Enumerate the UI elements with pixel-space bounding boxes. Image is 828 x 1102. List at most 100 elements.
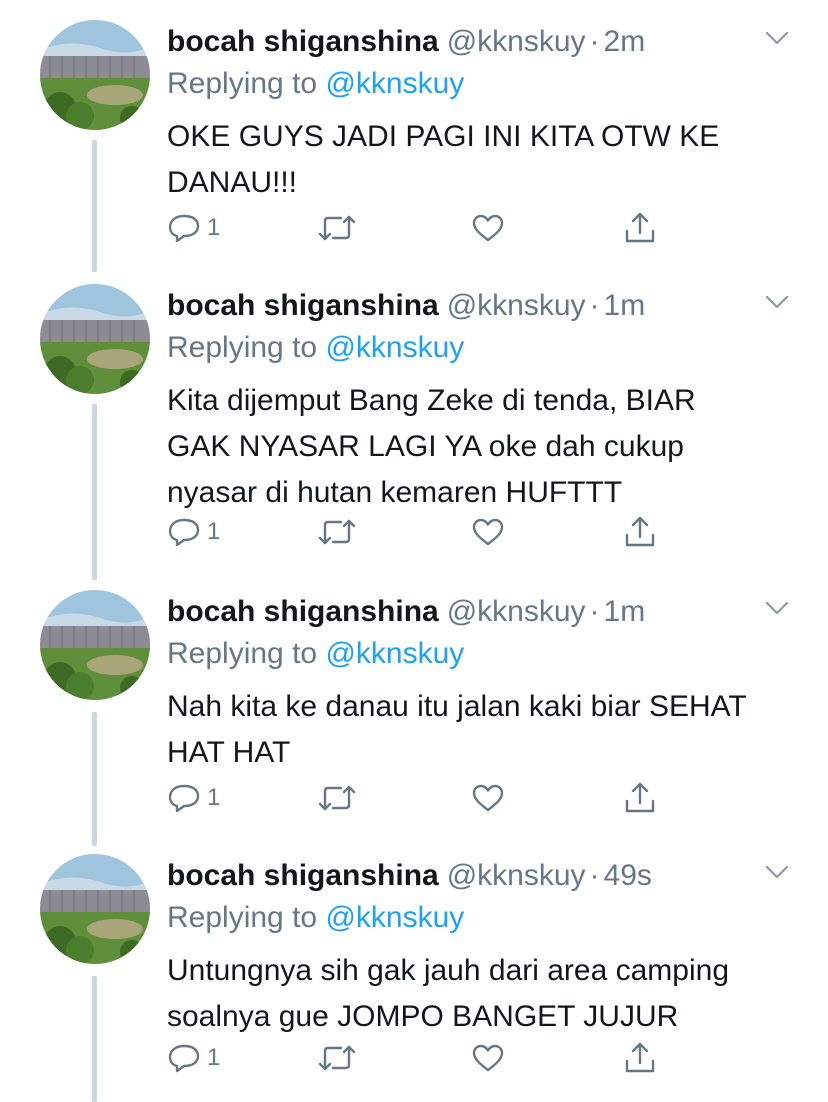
replying-to-mention[interactable]: @kknskuy (325, 67, 464, 100)
share-button[interactable] (623, 776, 657, 820)
like-button[interactable] (471, 776, 505, 820)
reply-button[interactable]: 1 (167, 1036, 220, 1080)
avatar-landscape-image (40, 284, 150, 394)
tweet-actions: 1 (167, 1036, 667, 1080)
replying-to: Replying to @kknskuy (167, 328, 787, 368)
replying-to-mention[interactable]: @kknskuy (325, 331, 464, 364)
tweet-content: bocah shiganshina @kknskuy · 49s Replying t… (167, 854, 787, 1040)
reply-count: 1 (207, 214, 221, 241)
chevron-down-icon[interactable] (765, 294, 789, 310)
heart-icon (472, 1044, 504, 1072)
timestamp[interactable]: 1m (604, 595, 646, 628)
tweet-content: bocah shiganshina @kknskuy · 1m Replying to… (167, 284, 787, 516)
avatar[interactable] (40, 284, 150, 394)
share-icon (625, 1042, 655, 1073)
share-button[interactable] (623, 206, 657, 250)
tweet-text-line: Kita dijemput Bang Zeke di tenda, BIAR (167, 384, 696, 417)
user-handle[interactable]: @kknskuy (447, 859, 586, 892)
reply-count: 1 (207, 1044, 221, 1071)
share-button[interactable] (623, 510, 657, 554)
separator-dot: · (589, 289, 600, 322)
like-button[interactable] (471, 510, 505, 554)
tweet-text-line: Nah kita ke danau itu jalan kaki biar SE… (167, 690, 747, 723)
timestamp[interactable]: 2m (604, 25, 646, 58)
retweet-icon (318, 519, 356, 545)
replying-to-mention[interactable]: @kknskuy (325, 901, 464, 934)
tweet-text-line: GAK NYASAR LAGI YA oke dah cukup (167, 430, 684, 463)
replying-to-mention[interactable]: @kknskuy (325, 637, 464, 670)
display-name[interactable]: bocah shiganshina (167, 859, 439, 892)
tweet-text: Kita dijemput Bang Zeke di tenda, BIAR G… (167, 378, 787, 516)
chevron-down-icon[interactable] (765, 600, 789, 616)
replying-to-label: Replying to (167, 67, 318, 100)
tweet[interactable]: bocah shiganshina @kknskuy · 1m Replying to… (0, 284, 828, 584)
avatar[interactable] (40, 20, 150, 130)
replying-to: Replying to @kknskuy (167, 634, 787, 674)
replying-to: Replying to @kknskuy (167, 64, 787, 104)
tweet[interactable]: bocah shiganshina @kknskuy · 2m Replying to… (0, 20, 828, 284)
chevron-down-icon[interactable] (765, 30, 789, 46)
avatar-landscape-image (40, 20, 150, 130)
avatar-landscape-image (40, 590, 150, 700)
avatar[interactable] (40, 590, 150, 700)
tweet-actions: 1 (167, 206, 667, 250)
retweet-button[interactable] (317, 510, 357, 554)
reply-button[interactable]: 1 (167, 776, 220, 820)
timestamp[interactable]: 1m (604, 289, 646, 322)
tweet-header: bocah shiganshina @kknskuy · 1m (167, 590, 787, 634)
like-button[interactable] (471, 206, 505, 250)
reply-count: 1 (207, 784, 221, 811)
replying-to-label: Replying to (167, 331, 318, 364)
tweet-header: bocah shiganshina @kknskuy · 49s (167, 854, 787, 898)
tweet-text-line: OKE GUYS JADI PAGI INI KITA OTW KE (167, 120, 720, 153)
user-handle[interactable]: @kknskuy (447, 289, 586, 322)
chevron-down-icon[interactable] (765, 864, 789, 880)
share-button[interactable] (623, 1036, 657, 1080)
replying-to: Replying to @kknskuy (167, 898, 787, 938)
share-icon (625, 212, 655, 243)
reply-icon (168, 518, 200, 547)
retweet-icon (318, 215, 356, 241)
tweet-text-line: HAT HAT (167, 736, 291, 769)
retweet-icon (318, 785, 356, 811)
reply-count: 1 (207, 518, 221, 545)
tweet-text: OKE GUYS JADI PAGI INI KITA OTW KE DANAU… (167, 114, 787, 206)
reply-button[interactable]: 1 (167, 206, 220, 250)
retweet-button[interactable] (317, 206, 357, 250)
reply-icon (168, 1044, 200, 1073)
like-button[interactable] (471, 1036, 505, 1080)
separator-dot: · (589, 859, 600, 892)
share-icon (625, 782, 655, 813)
separator-dot: · (589, 595, 600, 628)
timestamp[interactable]: 49s (604, 859, 652, 892)
tweet[interactable]: bocah shiganshina @kknskuy · 1m Replying to… (0, 590, 828, 854)
tweet-text-line: soalnya gue JOMPO BANGET JUJUR (167, 1000, 679, 1033)
tweet-content: bocah shiganshina @kknskuy · 2m Replying to… (167, 20, 787, 206)
user-handle[interactable]: @kknskuy (447, 595, 586, 628)
tweet-text-line: DANAU!!! (167, 166, 298, 199)
reply-icon (168, 214, 200, 243)
user-handle[interactable]: @kknskuy (447, 25, 586, 58)
share-icon (625, 516, 655, 547)
retweet-icon (318, 1045, 356, 1071)
reply-icon (168, 784, 200, 813)
retweet-button[interactable] (317, 1036, 357, 1080)
heart-icon (472, 214, 504, 242)
heart-icon (472, 518, 504, 546)
tweet-text-line: Untungnya sih gak jauh dari area camping (167, 954, 730, 987)
tweet-text: Nah kita ke danau itu jalan kaki biar SE… (167, 684, 787, 776)
display-name[interactable]: bocah shiganshina (167, 289, 439, 322)
display-name[interactable]: bocah shiganshina (167, 595, 439, 628)
replying-to-label: Replying to (167, 637, 318, 670)
tweet-text: Untungnya sih gak jauh dari area camping… (167, 948, 787, 1040)
replying-to-label: Replying to (167, 901, 318, 934)
separator-dot: · (589, 25, 600, 58)
display-name[interactable]: bocah shiganshina (167, 25, 439, 58)
tweet-actions: 1 (167, 776, 667, 820)
tweet-actions: 1 (167, 510, 667, 554)
avatar-landscape-image (40, 854, 150, 964)
tweet[interactable]: bocah shiganshina @kknskuy · 49s Replying t… (0, 854, 828, 1102)
avatar[interactable] (40, 854, 150, 964)
retweet-button[interactable] (317, 776, 357, 820)
reply-button[interactable]: 1 (167, 510, 220, 554)
